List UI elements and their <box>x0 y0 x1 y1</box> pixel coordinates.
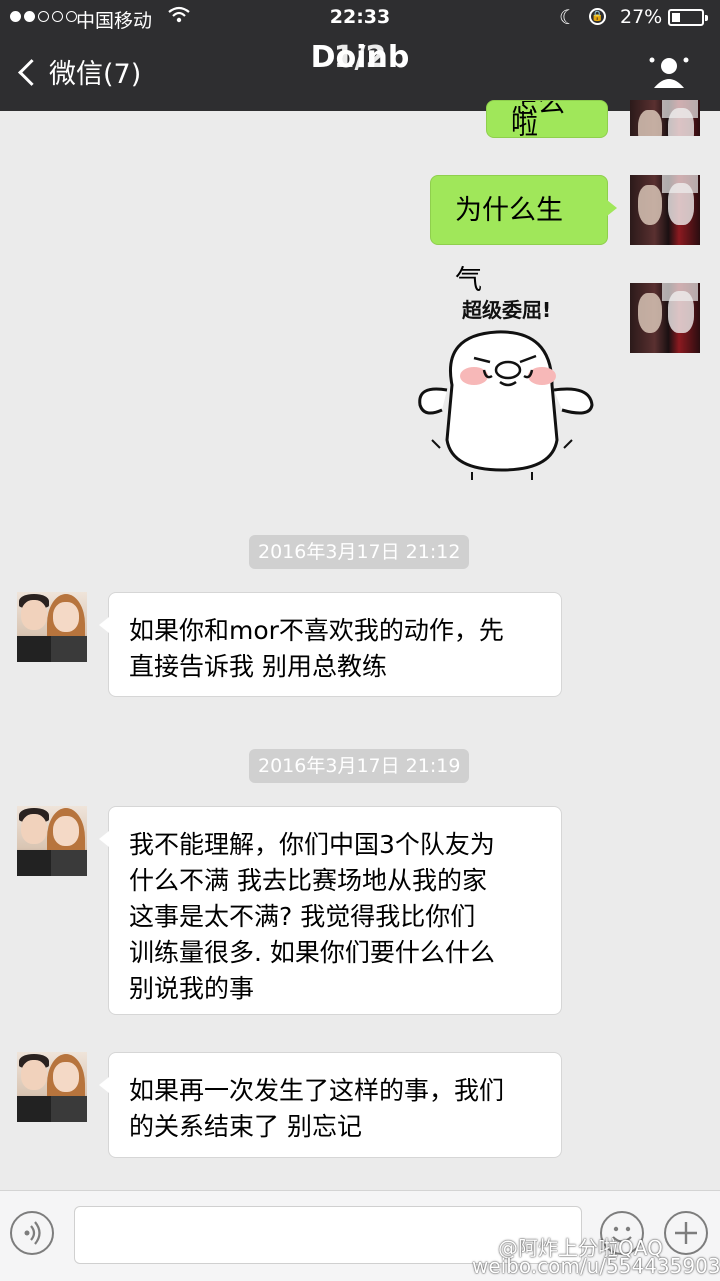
outgoing-message[interactable]: 怎么啦 <box>486 100 608 138</box>
message-text: 的关系结束了 别忘记 <box>129 1112 362 1141</box>
battery-icon <box>668 9 708 26</box>
message-text: 如果再一次发生了这样的事，我们 <box>129 1076 505 1105</box>
message-text: 训练量很多. 如果你们要什么什么 <box>129 938 495 967</box>
message-text: 如果你和mor不喜欢我的动作，先 <box>129 616 504 645</box>
contact-avatar[interactable] <box>17 592 87 662</box>
message-text: 别说我的事 <box>129 974 255 1003</box>
battery-percentage: 27% <box>620 6 663 28</box>
person-icon[interactable] <box>648 54 690 90</box>
battery-fill <box>672 13 680 22</box>
moon-icon: ☾ <box>559 5 577 29</box>
rotation-lock-icon: 🔒 <box>589 8 606 25</box>
message-text: 我不能理解，你们中国3个队友为 <box>129 830 495 859</box>
contact-avatar[interactable] <box>17 806 87 876</box>
voice-button[interactable] <box>10 1211 54 1255</box>
outgoing-message[interactable]: 为什么生气 <box>430 175 617 296</box>
my-avatar[interactable] <box>630 175 700 245</box>
my-avatar[interactable] <box>630 283 700 353</box>
sticker-message[interactable]: 超级委屈! <box>412 290 602 490</box>
my-avatar[interactable] <box>630 100 700 136</box>
contact-avatar[interactable] <box>17 1052 87 1122</box>
incoming-message[interactable]: 我不能理解，你们中国3个队友为 什么不满 我去比赛场地从我的家 这事是太不满? … <box>99 806 562 1015</box>
clock: 22:33 <box>329 6 391 28</box>
message-text: 怎么啦 <box>511 100 565 138</box>
message-text: 什么不满 我去比赛场地从我的家 <box>129 866 487 895</box>
sticker-caption: 超级委屈! <box>462 298 552 322</box>
plus-button[interactable] <box>664 1211 708 1255</box>
timestamp: 2016年3月17日 21:12 <box>249 535 470 569</box>
navigation-bar: 中国移动 22:33 ☾ 🔒 27% 微信(7) Doinb 1/2 <box>0 0 720 111</box>
message-text: 直接告诉我 别用总教练 <box>129 652 387 681</box>
timestamp: 2016年3月17日 21:19 <box>249 749 470 783</box>
message-text: 这事是太不满? 我觉得我比你们 <box>129 902 476 931</box>
message-text: 为什么生气 <box>455 195 563 296</box>
incoming-message[interactable]: 如果再一次发生了这样的事，我们 的关系结束了 别忘记 <box>99 1052 562 1158</box>
status-bar: 中国移动 22:33 ☾ 🔒 27% <box>0 0 720 36</box>
voice-icon <box>24 1221 41 1245</box>
watermark-url: weibo.com/u/5544359033 <box>472 1254 720 1278</box>
page-indicator-overlay: 1/2 <box>333 40 387 75</box>
plus-icon <box>675 1222 697 1244</box>
incoming-message[interactable]: 如果你和mor不喜欢我的动作，先 直接告诉我 别用总教练 <box>99 592 562 697</box>
